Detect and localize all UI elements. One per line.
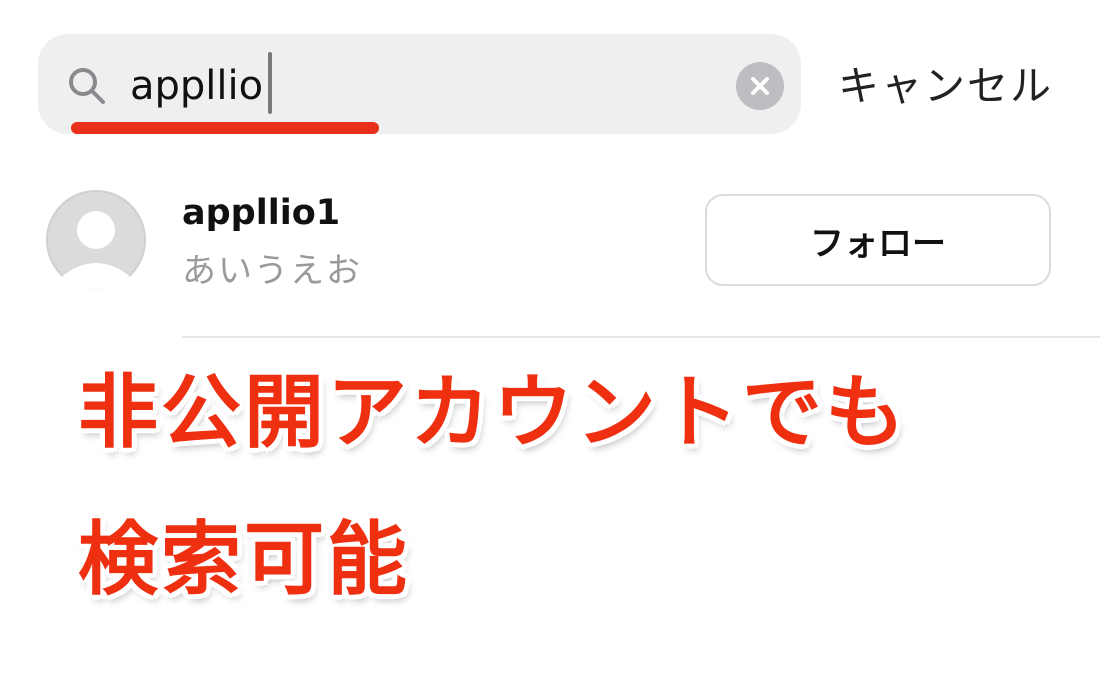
follow-button[interactable]: フォロー bbox=[705, 194, 1051, 286]
annotation-text-line-1: 非公開アカウントでも bbox=[78, 366, 908, 459]
search-screen: キャンセル appllio1 あいうえお フォロー 非公開アカウントでも 検索可… bbox=[0, 0, 1100, 693]
default-avatar-icon bbox=[46, 190, 146, 290]
result-username[interactable]: appllio1 bbox=[182, 188, 340, 238]
row-divider bbox=[182, 336, 1100, 338]
search-input[interactable] bbox=[130, 56, 710, 116]
search-icon bbox=[67, 66, 107, 106]
result-display-name: あいうえお bbox=[182, 251, 362, 291]
highlight-underline bbox=[71, 122, 379, 134]
text-caret bbox=[268, 52, 272, 114]
avatar[interactable] bbox=[46, 190, 146, 290]
annotation-text-line-2: 検索可能 bbox=[78, 513, 410, 606]
cancel-button[interactable]: キャンセル bbox=[838, 56, 1053, 116]
clear-search-button[interactable] bbox=[736, 62, 784, 110]
clear-circle-icon bbox=[751, 77, 769, 95]
